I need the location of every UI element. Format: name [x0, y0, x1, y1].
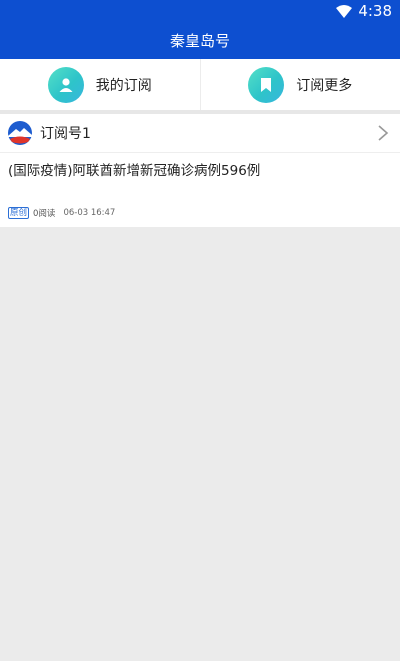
read-count: 0阅读	[33, 209, 56, 219]
channel-row[interactable]: 订阅号1	[0, 114, 400, 153]
tab-label: 订阅更多	[296, 77, 353, 94]
wifi-icon	[336, 4, 353, 18]
person-icon	[47, 66, 84, 103]
tab-label: 我的订阅	[95, 77, 152, 94]
tab-my-subscriptions[interactable]: 我的订阅	[0, 59, 200, 110]
article-title[interactable]: (国际疫情)阿联酋新增新冠确诊病例596例	[8, 161, 392, 181]
original-badge: 原创	[8, 207, 30, 219]
article-item[interactable]: (国际疫情)阿联酋新增新冠确诊病例596例 原创 0阅读 06-03 16:47	[0, 153, 400, 227]
article-date: 06-03 16:47	[63, 208, 116, 218]
tab-bar: 我的订阅 订阅更多	[0, 59, 400, 114]
page-title: 秦皇岛号	[169, 32, 230, 50]
status-time: 4:38	[358, 2, 392, 20]
tab-subscribe-more[interactable]: 订阅更多	[199, 59, 400, 110]
status-bar: 4:38	[0, 0, 400, 22]
bookmark-icon	[248, 66, 285, 103]
article-meta: 原创 0阅读 06-03 16:47	[8, 207, 392, 219]
chevron-right-icon[interactable]	[376, 123, 390, 143]
channel-logo-icon	[8, 121, 32, 145]
subscription-card: 订阅号1 (国际疫情)阿联酋新增新冠确诊病例596例 原创 0阅读 06-03 …	[0, 114, 400, 227]
app-bar: 秦皇岛号	[0, 22, 400, 59]
channel-name: 订阅号1	[40, 126, 91, 142]
